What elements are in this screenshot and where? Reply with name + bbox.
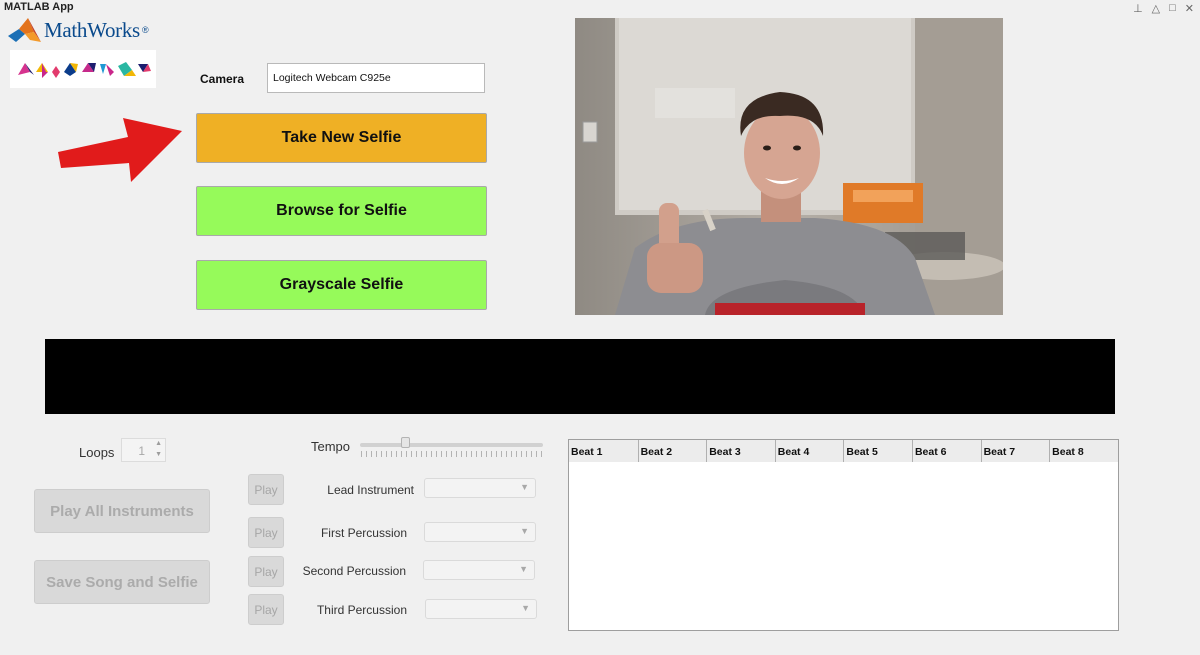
second-percussion-label: Second Percussion — [302, 564, 406, 578]
chevron-down-icon: ▼ — [521, 603, 530, 613]
third-percussion-dropdown[interactable]: ▼ — [425, 599, 537, 619]
camera-label: Camera — [200, 72, 245, 86]
second-percussion-dropdown[interactable]: ▼ — [423, 560, 535, 580]
browse-for-selfie-button[interactable]: Browse for Selfie — [196, 186, 487, 236]
loops-value: 1 — [138, 444, 145, 458]
tempo-slider-track[interactable] — [360, 443, 543, 447]
spinner-up-icon[interactable]: ▲ — [155, 440, 162, 447]
loops-spinner[interactable]: 1 ▲ ▼ — [121, 438, 166, 462]
close-icon[interactable]: ✕ — [1185, 2, 1194, 15]
membrane-logo-icon — [8, 18, 41, 42]
registered-mark: ® — [141, 25, 149, 35]
tempo-slider-thumb[interactable] — [401, 437, 411, 448]
play-lead-button[interactable]: Play — [248, 474, 284, 505]
window-title: MATLAB App — [4, 1, 74, 13]
play-first-percussion-button[interactable]: Play — [248, 517, 284, 548]
lead-instrument-dropdown[interactable]: ▼ — [424, 478, 536, 498]
app-logo-image — [10, 50, 156, 88]
beat-column-header: Beat 7 — [980, 440, 1050, 462]
maximize-icon[interactable]: □ — [1169, 2, 1176, 15]
camera-field[interactable]: Logitech Webcam C925e — [267, 63, 485, 93]
beat-table-header: Beat 1 Beat 2 Beat 3 Beat 4 Beat 5 Beat … — [569, 440, 1118, 462]
beat-column-header: Beat 4 — [774, 440, 844, 462]
beat-column-header: Beat 1 — [571, 446, 603, 458]
beat-table[interactable]: Beat 1 Beat 2 Beat 3 Beat 4 Beat 5 Beat … — [568, 439, 1119, 631]
minimize-icon[interactable]: △ — [1152, 2, 1160, 15]
first-percussion-label: First Percussion — [320, 526, 407, 540]
tempo-slider-ticks — [361, 451, 543, 457]
brand-name: MathWorks — [44, 17, 140, 42]
take-new-selfie-button[interactable]: Take New Selfie — [196, 113, 487, 163]
grayscale-selfie-button[interactable]: Grayscale Selfie — [196, 260, 487, 310]
play-second-percussion-button[interactable]: Play — [248, 556, 284, 587]
lead-instrument-label: Lead Instrument — [327, 483, 414, 497]
pointer-arrow-icon — [58, 118, 182, 182]
play-third-percussion-button[interactable]: Play — [248, 594, 284, 625]
first-percussion-dropdown[interactable]: ▼ — [424, 522, 536, 542]
waveform-display — [45, 339, 1115, 414]
pin-icon[interactable]: ⊥ — [1133, 2, 1143, 15]
chevron-down-icon: ▼ — [519, 564, 528, 574]
beat-column-header: Beat 2 — [637, 440, 707, 462]
chevron-down-icon: ▼ — [520, 526, 529, 536]
third-percussion-label: Third Percussion — [316, 603, 407, 617]
beat-column-header: Beat 3 — [706, 440, 775, 462]
play-all-instruments-button[interactable]: Play All Instruments — [34, 489, 210, 533]
spinner-down-icon[interactable]: ▼ — [155, 451, 162, 458]
beat-column-header: Beat 6 — [911, 440, 981, 462]
tempo-label: Tempo — [311, 439, 351, 454]
window-controls: ⊥ △ □ ✕ — [1133, 2, 1194, 15]
loops-label: Loops — [79, 445, 115, 460]
save-song-and-selfie-button[interactable]: Save Song and Selfie — [34, 560, 210, 604]
chevron-down-icon: ▼ — [520, 482, 529, 492]
webcam-preview — [575, 18, 1003, 315]
mathworks-logo: MathWorks ® — [8, 16, 149, 44]
beat-column-header: Beat 8 — [1049, 440, 1118, 462]
beat-column-header: Beat 5 — [843, 440, 912, 462]
